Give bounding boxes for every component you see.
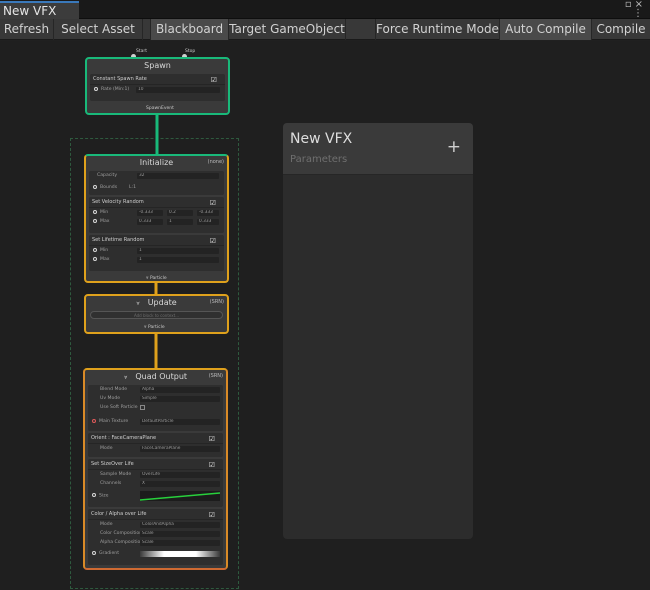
bounds-port-icon	[93, 184, 97, 189]
output-space-tag: (SRN)	[208, 373, 223, 379]
plus-icon[interactable]: +	[447, 137, 461, 157]
velocity-max-z[interactable]: 0.333	[197, 219, 219, 225]
block-title: Set Velocity Random ☑	[89, 197, 224, 208]
rate-port-icon	[94, 86, 98, 91]
initialize-out-label: ⩔ Particle	[146, 276, 167, 281]
rate-row: Rate (Min:1) 10	[90, 85, 225, 94]
set-lifetime-random-block[interactable]: Set Lifetime Random ☑ Min 1 Max 1	[89, 235, 224, 271]
size-curve-field[interactable]	[140, 491, 220, 501]
update-space-tag: (SRN)	[209, 299, 224, 305]
blackboard-header: New VFX Parameters +	[283, 123, 473, 175]
velocity-max-x[interactable]: 0.333	[137, 219, 163, 225]
update-title: ⩔ Update (SRN)	[136, 298, 224, 307]
spawn-start-label: Start	[136, 49, 147, 54]
window-tab-title: New VFX	[3, 4, 57, 18]
color-composition-row: Color Composition Scale	[88, 529, 223, 538]
initialize-title: Initialize (none)	[139, 158, 224, 167]
bounds-row: Bounds L:1	[89, 183, 224, 192]
blackboard-subtitle: Parameters	[290, 154, 348, 165]
color-alpha-over-life-block[interactable]: Color / Alpha over Life ☑ Mode ColorAndAl…	[88, 509, 223, 565]
blackboard-panel[interactable]: New VFX Parameters +	[283, 123, 473, 539]
spawn-context-node[interactable]: Spawn Constant Spawn Rate ☑ Rate (Min:1) …	[85, 57, 230, 115]
velocity-min-row: Min -0.333 0.2 -0.333	[89, 208, 224, 217]
channels-row: Channels X	[88, 479, 223, 488]
window-controls: ▫× ⋮	[625, 0, 646, 19]
target-gameobject-button[interactable]: Target GameObject	[229, 19, 346, 40]
force-runtime-mode-toggle[interactable]: Force Runtime Mode	[376, 19, 500, 40]
block-title: Color / Alpha over Life ☑	[88, 509, 223, 520]
channels-dropdown[interactable]: X	[140, 481, 220, 487]
capacity-row: Capacity 32	[89, 171, 224, 180]
initialize-space-tag: (none)	[207, 159, 224, 165]
uv-mode-dropdown[interactable]: Simple	[140, 396, 220, 402]
collapse-chevron-icon: ⩔	[136, 300, 140, 307]
set-size-over-life-block[interactable]: Set SizeOver Life ☑ Sample Mode OverLife …	[88, 459, 223, 507]
gradient-row: Gradient	[88, 549, 223, 558]
window-tab-strip: New VFX ▫× ⋮	[0, 0, 650, 19]
velocity-min-z[interactable]: -0.333	[197, 210, 219, 216]
orient-mode-row: Mode FaceCameraPlane	[88, 444, 223, 453]
spawn-title: Spawn	[144, 61, 171, 70]
alpha-composition-dropdown[interactable]: Scale	[140, 540, 220, 546]
blend-mode-row: Blend Mode Alpha	[88, 385, 223, 394]
update-out-label: ⩔ Particle	[144, 325, 165, 330]
update-context-node[interactable]: ⩔ Update (SRN) Add block to context... ⩔ …	[84, 294, 229, 334]
color-mode-dropdown[interactable]: ColorAndAlpha	[140, 522, 220, 528]
spawn-out-label: SpawnEvent	[146, 106, 174, 111]
velocity-min-y[interactable]: 0.2	[167, 210, 193, 216]
vfx-toolbar: Refresh Select Asset Blackboard Target G…	[0, 19, 650, 40]
orient-block[interactable]: Orient : FaceCameraPlane ☑ Mode FaceCamer…	[88, 433, 223, 457]
gradient-field[interactable]	[140, 551, 220, 557]
bounds-value: L:1	[129, 185, 137, 190]
block-title: Set SizeOver Life ☑	[88, 459, 223, 470]
alpha-composition-row: Alpha Composition Scale	[88, 538, 223, 547]
blend-mode-dropdown[interactable]: Alpha	[140, 387, 220, 393]
orient-mode-dropdown[interactable]: FaceCameraPlane	[140, 446, 220, 452]
main-texture-row: Main Texture DefaultParticle	[88, 417, 223, 426]
collapse-chevron-icon: ⩔	[123, 374, 128, 381]
rate-input[interactable]: 10	[136, 87, 220, 93]
color-composition-dropdown[interactable]: Scale	[140, 531, 220, 537]
refresh-button[interactable]: Refresh	[0, 19, 54, 40]
block-title: Set Lifetime Random ☑	[89, 235, 224, 246]
lifetime-max-row: Max 1	[89, 255, 224, 264]
graph-canvas[interactable]: Start Stop Spawn Constant Spawn Rate ☑ Ra…	[0, 41, 650, 590]
color-mode-row: Mode ColorAndAlpha	[88, 520, 223, 529]
quad-output-context-node[interactable]: ⩔ Quad Output (SRN) Blend Mode Alpha Uv M…	[83, 368, 228, 570]
sample-mode-row: Sample Mode OverLife	[88, 470, 223, 479]
blackboard-title: New VFX	[290, 131, 353, 147]
use-soft-particle-row: Use Soft Particle	[88, 403, 223, 412]
add-block-placeholder[interactable]: Add block to context...	[90, 311, 223, 319]
lifetime-max-input[interactable]: 1	[137, 257, 219, 263]
toolbar-spacer	[143, 19, 151, 40]
use-soft-particle-checkbox[interactable]	[140, 405, 145, 410]
select-asset-button[interactable]: Select Asset	[54, 19, 143, 40]
blackboard-toggle[interactable]: Blackboard	[151, 19, 229, 40]
quad-output-title: ⩔ Quad Output (SRN)	[123, 372, 223, 381]
spawn-stop-label: Stop	[185, 49, 196, 54]
uv-mode-row: Uv Mode Simple	[88, 394, 223, 403]
velocity-min-x[interactable]: -0.333	[137, 210, 163, 216]
sample-mode-dropdown[interactable]: OverLife	[140, 472, 220, 478]
constant-spawn-rate-block[interactable]: Constant Spawn Rate ☑ Rate (Min:1) 10	[90, 74, 225, 101]
velocity-max-y[interactable]: 1	[167, 219, 193, 225]
toolbar-spacer-2	[346, 19, 376, 40]
block-title: Orient : FaceCameraPlane ☑	[88, 433, 223, 444]
size-curve-row: Size	[88, 490, 223, 502]
initialize-context-node[interactable]: Initialize (none) Capacity 32 Bounds L:1…	[84, 154, 229, 283]
lifetime-min-row: Min 1	[89, 246, 224, 255]
lifetime-min-input[interactable]: 1	[137, 248, 219, 254]
window-tab[interactable]: New VFX	[0, 1, 79, 19]
auto-compile-toggle[interactable]: Auto Compile	[500, 19, 592, 40]
output-settings: Blend Mode Alpha Uv Mode Simple Use Soft…	[88, 385, 223, 431]
main-texture-field[interactable]: DefaultParticle	[140, 419, 220, 425]
initialize-settings: Capacity 32 Bounds L:1	[89, 171, 224, 195]
block-title: Constant Spawn Rate ☑	[90, 74, 225, 85]
set-velocity-random-block[interactable]: Set Velocity Random ☑ Min -0.333 0.2 -0.3…	[89, 197, 224, 233]
kebab-menu-icon[interactable]: ⋮	[633, 8, 646, 19]
capacity-input[interactable]: 32	[137, 173, 219, 179]
velocity-max-row: Max 0.333 1 0.333	[89, 217, 224, 226]
compile-button[interactable]: Compile	[592, 19, 650, 40]
